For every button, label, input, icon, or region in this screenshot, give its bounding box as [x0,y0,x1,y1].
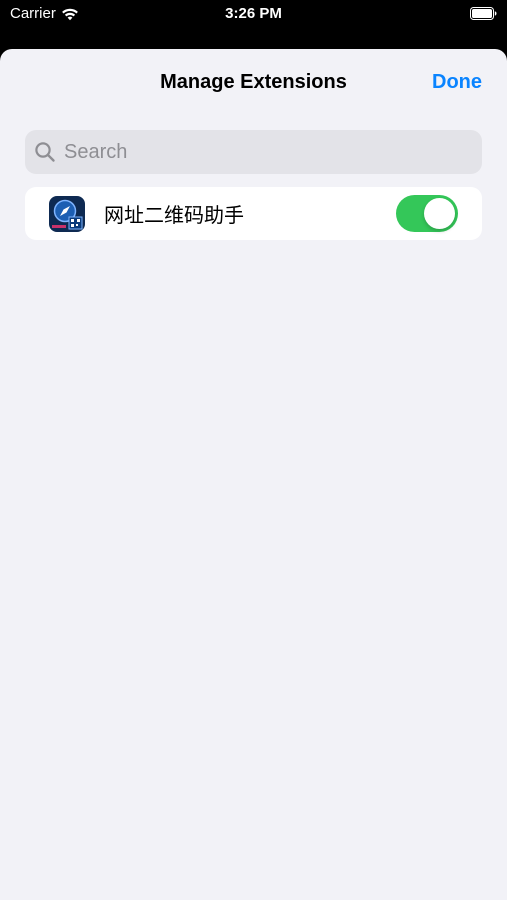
search-input[interactable] [62,139,456,165]
status-time: 3:26 PM [225,5,282,22]
page-title: Manage Extensions [160,71,347,93]
extension-enabled-toggle[interactable] [396,195,458,232]
battery-icon [470,7,497,20]
search-bar[interactable] [25,130,482,174]
list-item: 网址二维码助手 [25,187,482,240]
manage-extensions-sheet: Manage Extensions Done Search 网址二维码助手 [0,49,507,900]
search-icon [35,142,55,162]
extension-name: 网址二维码助手 [104,205,244,227]
screen: Carrier 3:26 PM Manage Extensions Done S… [0,0,507,900]
status-bar: Carrier 3:26 PM [0,0,507,30]
toggle-knob [424,198,455,229]
done-button[interactable]: Done [432,71,482,94]
compass-qr-app-icon [49,195,85,232]
extensions-list: 网址二维码助手 [25,187,482,240]
